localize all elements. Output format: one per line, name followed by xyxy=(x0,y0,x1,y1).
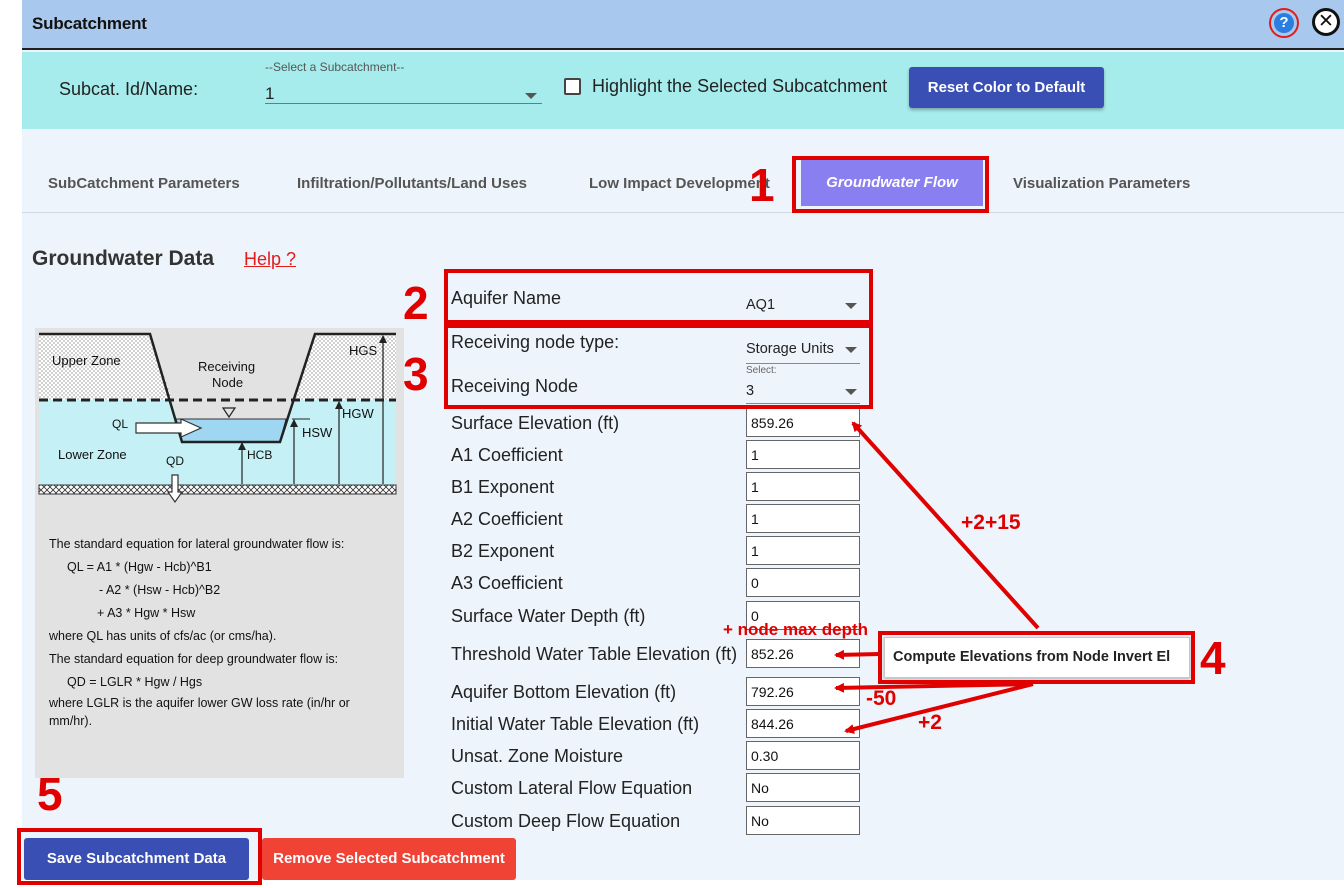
annotation-plus-2-15: +2+15 xyxy=(961,511,1021,534)
annotation-plus-node-max-depth: + node max depth xyxy=(723,620,868,639)
annotation-plus-2: +2 xyxy=(918,711,942,734)
annotation-arrows xyxy=(834,421,1040,734)
annotation-minus-50: -50 xyxy=(866,687,897,710)
